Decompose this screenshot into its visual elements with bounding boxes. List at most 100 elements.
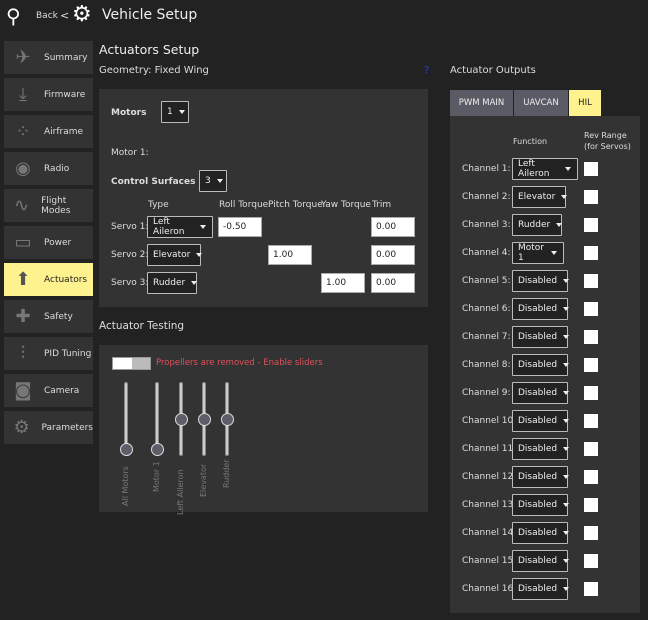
download-icon: ⤓ <box>19 84 27 105</box>
rev-range-checkbox[interactable] <box>584 330 598 344</box>
actuator-slider-handle[interactable] <box>220 412 234 426</box>
tab-uavcan[interactable]: UAVCAN <box>514 90 568 116</box>
control-surfaces-label: Control Surfaces <box>111 177 196 187</box>
rev-range-checkbox[interactable] <box>584 554 598 568</box>
channel-label: Channel 6: <box>462 304 511 314</box>
chevron-down-icon <box>561 195 568 199</box>
channel-function-dropdown[interactable]: Disabled <box>512 410 570 432</box>
sidebar-item-firmware[interactable]: ⤓ Firmware <box>4 78 93 111</box>
battery-icon: ▭ <box>14 232 32 253</box>
help-link[interactable]: ? <box>424 65 429 76</box>
chevron-down-icon <box>216 179 223 183</box>
sidebar-item-actuators[interactable]: ⬆ Actuators <box>4 263 93 296</box>
channel-function-dropdown[interactable]: Disabled <box>512 382 570 404</box>
sidebar-item-label: Camera <box>44 385 80 396</box>
channel-function-dropdown[interactable]: Motor 1 <box>512 242 564 264</box>
rev-header-line2: (for Servos) <box>584 142 631 151</box>
control-surfaces-dropdown[interactable]: 3 <box>199 170 227 192</box>
chevron-down-icon <box>563 503 570 507</box>
rev-range-checkbox[interactable] <box>584 386 598 400</box>
gears-icon: ⚙ <box>72 2 92 27</box>
tab-pwm-main[interactable]: PWM MAIN <box>450 90 513 116</box>
channel-function-dropdown-value: Disabled <box>518 388 558 398</box>
sidebar-item-power[interactable]: ▭ Power <box>4 226 93 259</box>
channel-function-dropdown[interactable]: Rudder <box>512 214 563 236</box>
rev-range-checkbox[interactable] <box>584 246 598 260</box>
roll-input[interactable]: -0.50 <box>218 217 262 237</box>
actuator-slider-handle[interactable] <box>119 442 133 456</box>
motors-label: Motors <box>111 108 147 118</box>
sidebar-item-safety[interactable]: ✚ Safety <box>4 300 93 333</box>
channel-function-dropdown[interactable]: Disabled <box>512 270 570 292</box>
switch-thumb <box>113 358 132 369</box>
servo-type-dropdown[interactable]: Rudder <box>147 272 198 294</box>
type-header: Type <box>148 200 169 210</box>
chevron-down-icon <box>563 279 570 283</box>
rev-range-checkbox[interactable] <box>584 162 598 176</box>
chevron-down-icon <box>563 307 570 311</box>
channel-function-dropdown[interactable]: Disabled <box>512 466 570 488</box>
channel-function-dropdown[interactable]: Disabled <box>512 578 570 600</box>
sidebar-item-airframe[interactable]: ⁘ Airframe <box>4 115 93 148</box>
enable-sliders-switch[interactable] <box>112 357 151 370</box>
rev-range-checkbox[interactable] <box>584 414 598 428</box>
slider-label: Left Aileron <box>176 469 185 516</box>
sidebar-item-parameters[interactable]: ⚙ Parameters <box>4 411 93 444</box>
tab-hil[interactable]: HIL <box>569 90 601 116</box>
servo-type-dropdown-value: Rudder <box>153 278 186 288</box>
chevron-down-icon <box>556 223 563 227</box>
rev-range-checkbox[interactable] <box>584 358 598 372</box>
servo-label: Servo 1: <box>111 222 149 232</box>
channel-function-dropdown[interactable]: Disabled <box>512 438 570 460</box>
chevron-down-icon <box>563 419 570 423</box>
sidebar-item-radio[interactable]: ◉ Radio <box>4 152 93 185</box>
slider-label: Motor 1 <box>152 461 161 493</box>
servo-type-dropdown[interactable]: Left Aileron <box>147 216 213 238</box>
trim-input[interactable]: 0.00 <box>371 245 415 265</box>
channel-function-dropdown[interactable]: Elevator <box>512 186 568 208</box>
motors-dropdown[interactable]: 1 <box>161 101 189 123</box>
yaw-header: Yaw Torque <box>321 200 371 210</box>
channel-function-dropdown[interactable]: Disabled <box>512 494 570 516</box>
camera-icon: ◙ <box>14 380 32 401</box>
rev-range-checkbox[interactable] <box>584 302 598 316</box>
back-button[interactable]: Back <box>36 11 58 21</box>
rev-range-checkbox[interactable] <box>584 190 598 204</box>
rev-range-checkbox[interactable] <box>584 470 598 484</box>
channel-function-dropdown[interactable]: Disabled <box>512 326 570 348</box>
channel-function-dropdown[interactable]: Left Aileron <box>512 158 578 180</box>
sidebar-item-summary[interactable]: ✈ Summary <box>4 41 93 74</box>
testing-panel <box>99 345 428 512</box>
rev-range-checkbox[interactable] <box>584 526 598 540</box>
sidebar-item-flight-modes[interactable]: ∿ Flight Modes <box>4 189 93 222</box>
sidebar-item-label: Power <box>44 237 72 248</box>
sidebar-item-label: Flight Modes <box>41 195 71 216</box>
rev-range-header: Rev Range (for Servos) <box>584 130 631 152</box>
rev-range-checkbox[interactable] <box>584 218 598 232</box>
channel-function-dropdown[interactable]: Disabled <box>512 522 570 544</box>
pitch-input[interactable]: 1.00 <box>268 245 312 265</box>
trim-input[interactable]: 0.00 <box>371 217 415 237</box>
actuator-slider-handle[interactable] <box>150 442 164 456</box>
trim-input[interactable]: 0.00 <box>371 273 415 293</box>
servo-type-dropdown[interactable]: Elevator <box>147 244 203 266</box>
channel-label: Channel 13: <box>462 500 517 510</box>
rev-range-checkbox[interactable] <box>584 582 598 596</box>
chevron-down-icon <box>178 110 185 114</box>
sidebar-item-pid-tuning[interactable]: ⫶ PID Tuning <box>4 337 93 370</box>
qgc-logo-back-icon[interactable]: ⚲ <box>6 4 21 28</box>
rev-range-checkbox[interactable] <box>584 442 598 456</box>
rev-range-checkbox[interactable] <box>584 498 598 512</box>
actuator-slider-handle[interactable] <box>174 412 188 426</box>
channel-function-dropdown-value: Disabled <box>518 584 558 594</box>
channel-function-dropdown[interactable]: Disabled <box>512 550 570 572</box>
channel-function-dropdown[interactable]: Disabled <box>512 298 570 320</box>
yaw-input[interactable]: 1.00 <box>321 273 365 293</box>
rev-range-checkbox[interactable] <box>584 274 598 288</box>
roll-header: Roll Torque <box>219 200 269 210</box>
actuator-slider-handle[interactable] <box>197 412 211 426</box>
actuators-setup-title: Actuators Setup <box>99 42 200 57</box>
channel-function-dropdown[interactable]: Disabled <box>512 354 570 376</box>
sidebar-item-camera[interactable]: ◙ Camera <box>4 374 93 407</box>
channel-function-dropdown-value: Rudder <box>518 220 551 230</box>
